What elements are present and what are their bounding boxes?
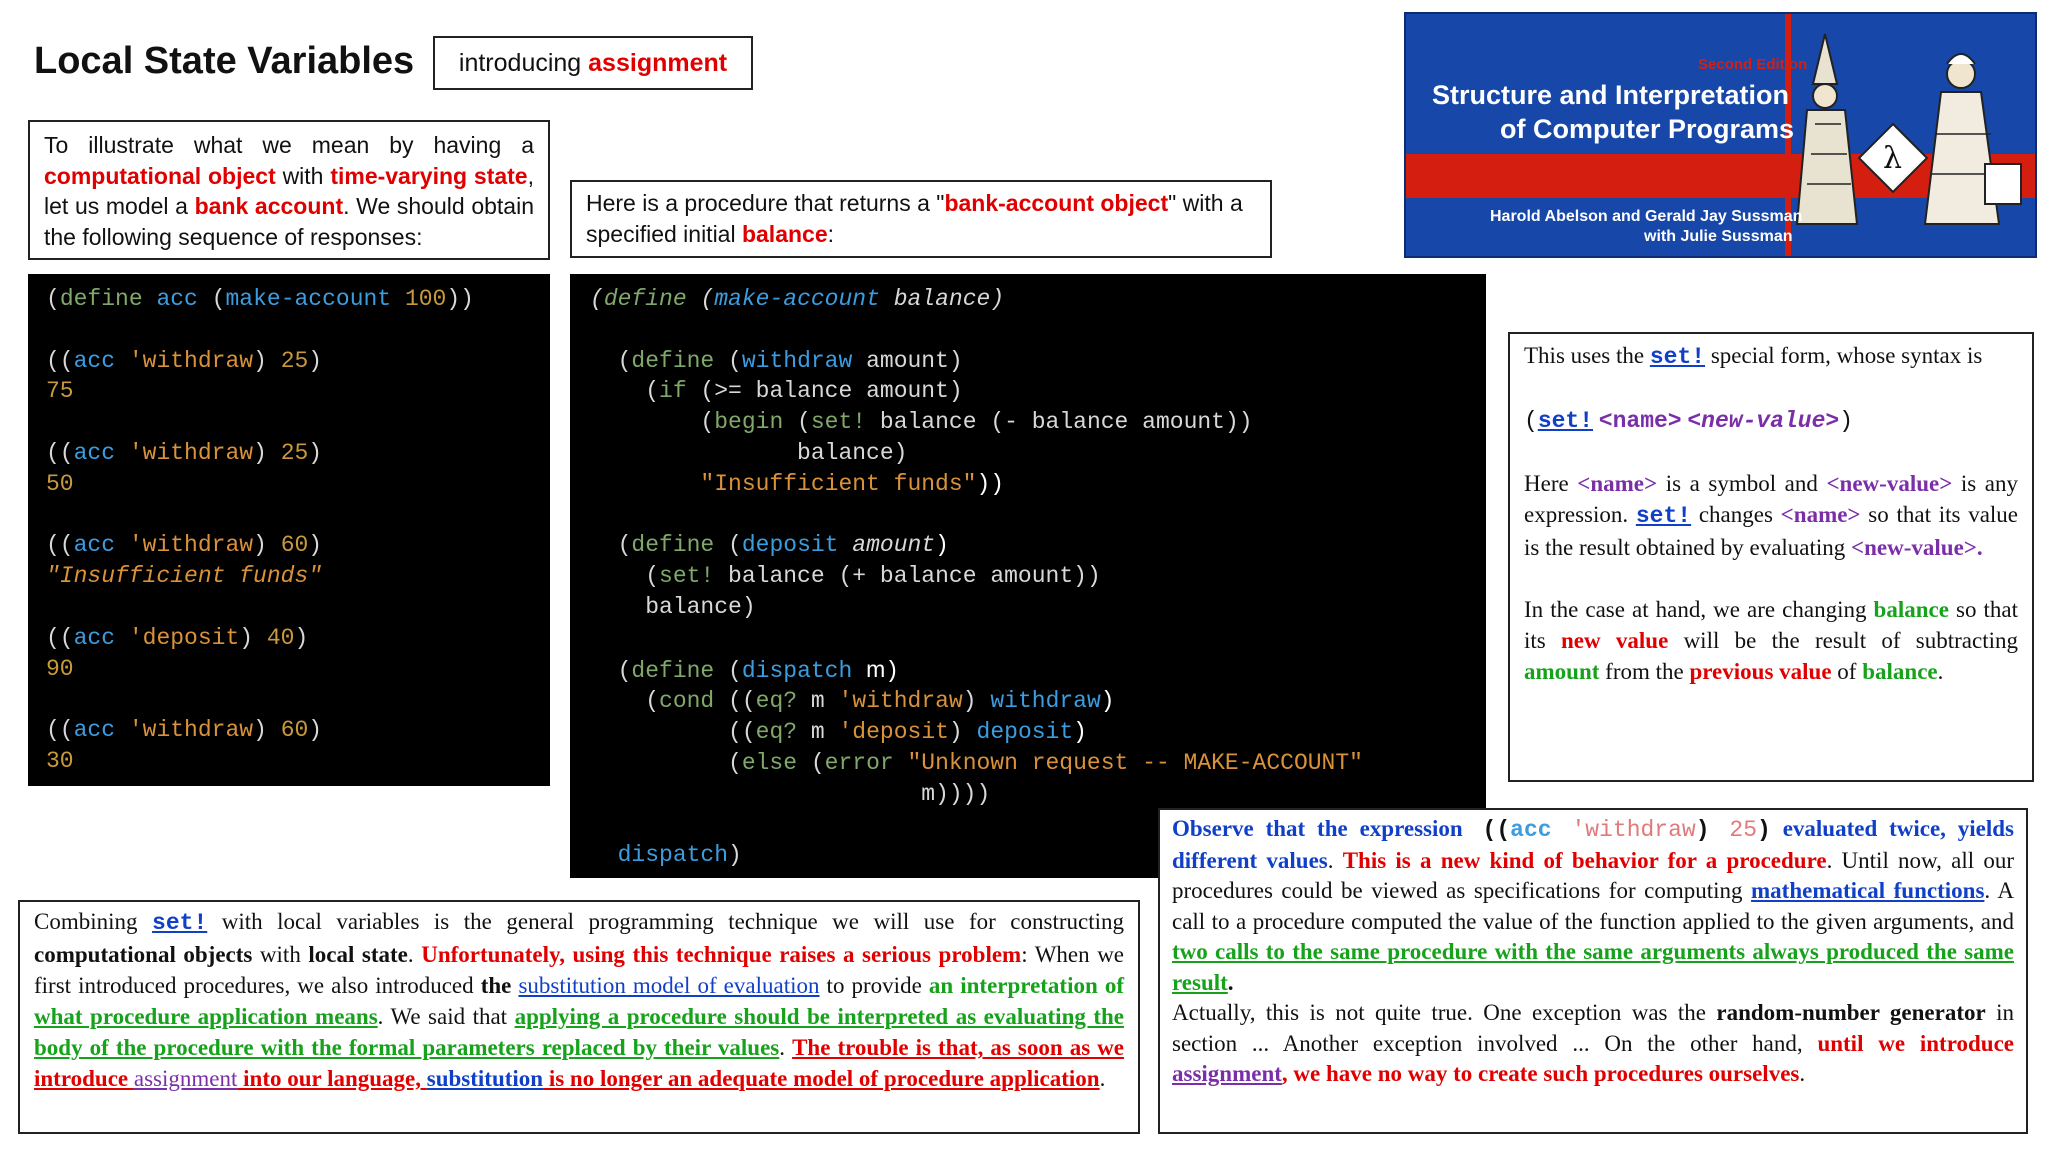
text-span: : bbox=[827, 221, 835, 247]
mathematical-functions-link: mathematical functions bbox=[1751, 878, 1985, 903]
make-account-code: (define (make-account balance) (define (… bbox=[570, 274, 1486, 878]
highlight-bank-account: bank account bbox=[194, 193, 344, 219]
code-line: ((acc 'withdraw) 60) bbox=[46, 717, 323, 744]
code-line: ((acc 'withdraw) 25) bbox=[46, 439, 323, 466]
cover-title-line1: Structure and Interpretation bbox=[1432, 80, 1790, 110]
code-line: ((acc 'deposit) 40) bbox=[46, 624, 309, 651]
highlight-balance: balance bbox=[741, 221, 828, 247]
highlight-time-varying-state: time-varying state bbox=[330, 162, 528, 189]
set-syntax-explanation: This uses the set! special form, whose s… bbox=[1508, 332, 2034, 782]
cover-edition: Second Edition bbox=[1698, 56, 1808, 73]
topic-tag-highlight: assignment bbox=[588, 48, 728, 77]
procedure-intro-paragraph: Here is a procedure that returns a "bank… bbox=[570, 180, 1272, 258]
text-span: with bbox=[275, 162, 331, 189]
cover-authors-line1: Harold Abelson and Gerald Jay Sussman bbox=[1490, 208, 1803, 225]
repl-session-code: (define acc (make-account 100)) ((acc 'w… bbox=[28, 274, 550, 786]
code-line: (define acc (make-account 100)) bbox=[46, 286, 474, 312]
code-result: 50 bbox=[46, 470, 74, 497]
svg-text:λ: λ bbox=[1883, 141, 1902, 176]
highlight-computational-object: computational object bbox=[44, 162, 276, 189]
set-syntax-line: (set! <name> <new-value>) bbox=[1524, 408, 1853, 434]
set-keyword: set! bbox=[1649, 344, 1706, 370]
topic-tag: introducing assignment bbox=[433, 36, 753, 90]
code-result: 75 bbox=[46, 378, 74, 405]
page-title: Local State Variables bbox=[34, 40, 415, 82]
sicp-book-cover: λ Second Edition Structure and Interpret… bbox=[1404, 12, 2037, 258]
code-line: ((acc 'withdraw) 60) bbox=[46, 532, 323, 559]
intro-paragraph: To illustrate what we mean by having a c… bbox=[28, 120, 550, 260]
topic-tag-prefix: introducing bbox=[458, 48, 589, 77]
substitution-model-link: substitution model of evaluation bbox=[518, 973, 820, 998]
cover-title-line2: of Computer Programs bbox=[1500, 114, 1795, 144]
text-span: To illustrate what we mean by having a bbox=[44, 132, 534, 158]
code-result: "Insufficient funds" bbox=[46, 563, 323, 590]
text-span: Here is a procedure that returns a " bbox=[586, 190, 945, 216]
highlight-bank-account-object: bank-account object bbox=[944, 190, 1169, 216]
cover-authors-line2: with Julie Sussman bbox=[1644, 228, 1793, 245]
code-result: 90 bbox=[46, 655, 74, 682]
code-result: 30 bbox=[46, 747, 74, 774]
substitution-model-paragraph: Combining set! with local variables is t… bbox=[18, 900, 1140, 1134]
code-line: ((acc 'withdraw) 25) bbox=[46, 347, 323, 374]
wizard-illustration-icon: λ bbox=[1785, 14, 2022, 256]
observation-paragraph: Observe that the expression ((acc 'withd… bbox=[1158, 808, 2028, 1134]
